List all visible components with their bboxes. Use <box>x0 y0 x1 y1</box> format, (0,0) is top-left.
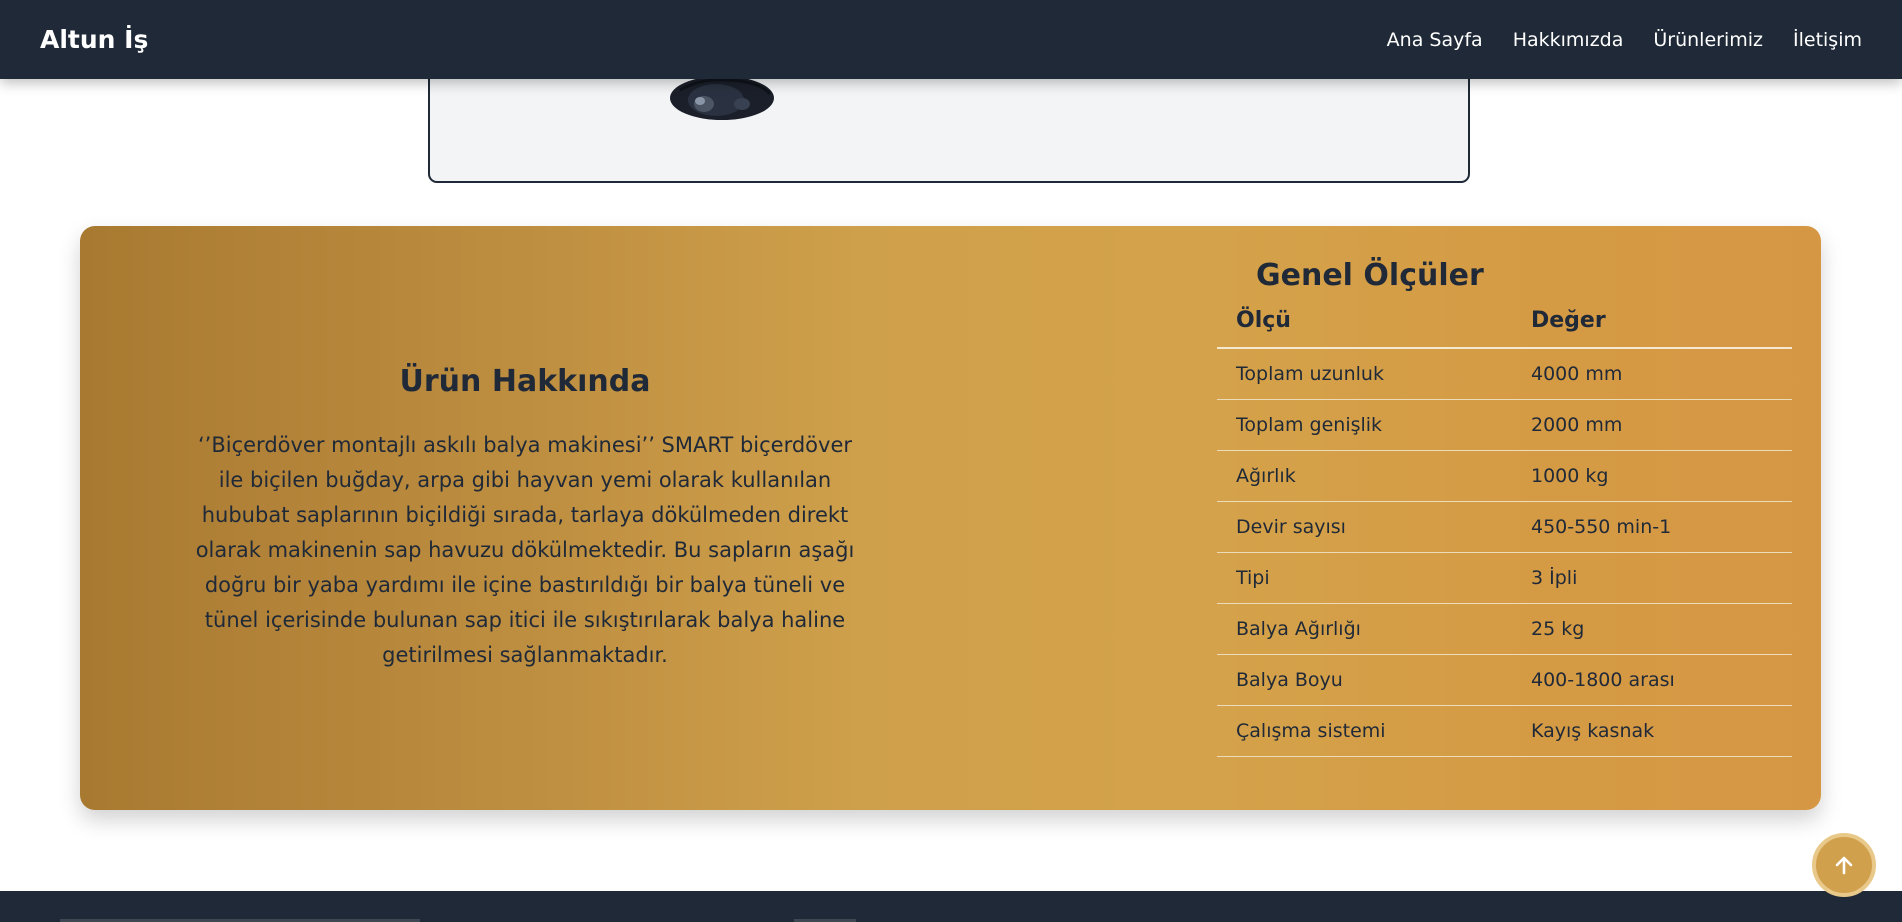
specs-table: Ölçü Değer Toplam uzunluk 4000 mm Toplam… <box>1217 308 1792 757</box>
spec-name: Çalışma sistemi <box>1217 705 1512 757</box>
spec-name: Balya Ağırlığı <box>1217 603 1512 655</box>
spec-value: 3 İpli <box>1512 552 1792 604</box>
table-row: Toplam genişlik 2000 mm <box>1217 399 1792 451</box>
spec-name: Balya Boyu <box>1217 654 1512 706</box>
specs-block: Genel Ölçüler Ölçü Değer Toplam uzunluk … <box>1217 256 1792 757</box>
nav-link-ana-sayfa[interactable]: Ana Sayfa <box>1387 26 1483 54</box>
spec-value: 2000 mm <box>1512 399 1792 451</box>
specs-title: Genel Ölçüler <box>1256 258 1484 293</box>
nav-link-hakkimizda[interactable]: Hakkımızda <box>1513 26 1624 54</box>
table-row: Devir sayısı 450-550 min-1 <box>1217 501 1792 553</box>
scroll-to-top-button[interactable] <box>1812 833 1876 897</box>
spec-value: 4000 mm <box>1512 348 1792 400</box>
spec-value: 1000 kg <box>1512 450 1792 502</box>
table-header-row: Ölçü Değer <box>1217 308 1792 349</box>
table-row: Ağırlık 1000 kg <box>1217 450 1792 502</box>
spec-value: Kayış kasnak <box>1512 705 1792 757</box>
table-row: Balya Ağırlığı 25 kg <box>1217 603 1792 655</box>
table-row: Çalışma sistemi Kayış kasnak <box>1217 705 1792 757</box>
about-block: Ürün Hakkında ‘’Biçerdöver montajlı askı… <box>195 362 855 673</box>
spec-value: 450-550 min-1 <box>1512 501 1792 553</box>
nav-links: Ana Sayfa Hakkımızda Ürünlerimiz İletişi… <box>1387 26 1862 54</box>
spec-name: Toplam genişlik <box>1217 399 1512 451</box>
about-description: ‘’Biçerdöver montajlı askılı balya makin… <box>195 433 855 667</box>
nav-link-urunlerimiz[interactable]: Ürünlerimiz <box>1653 26 1763 54</box>
table-row: Balya Boyu 400-1800 arası <box>1217 654 1792 706</box>
spec-name: Devir sayısı <box>1217 501 1512 553</box>
spec-value: 400-1800 arası <box>1512 654 1792 706</box>
brand-logo[interactable]: Altun İş <box>40 24 148 56</box>
spec-name: Ağırlık <box>1217 450 1512 502</box>
spec-value: 25 kg <box>1512 603 1792 655</box>
nav-link-iletisim[interactable]: İletişim <box>1793 26 1862 54</box>
spec-name: Tipi <box>1217 552 1512 604</box>
about-title: Ürün Hakkında <box>399 364 651 399</box>
arrow-up-icon <box>1835 856 1853 875</box>
footer <box>0 891 1902 922</box>
product-info-section: Ürün Hakkında ‘’Biçerdöver montajlı askı… <box>80 226 1821 810</box>
navbar: Altun İş Ana Sayfa Hakkımızda Ürünlerimi… <box>0 0 1902 79</box>
spec-name: Toplam uzunluk <box>1217 348 1512 400</box>
table-row: Tipi 3 İpli <box>1217 552 1792 604</box>
header-deger: Değer <box>1512 308 1792 349</box>
table-row: Toplam uzunluk 4000 mm <box>1217 348 1792 400</box>
header-olcu: Ölçü <box>1217 308 1512 349</box>
